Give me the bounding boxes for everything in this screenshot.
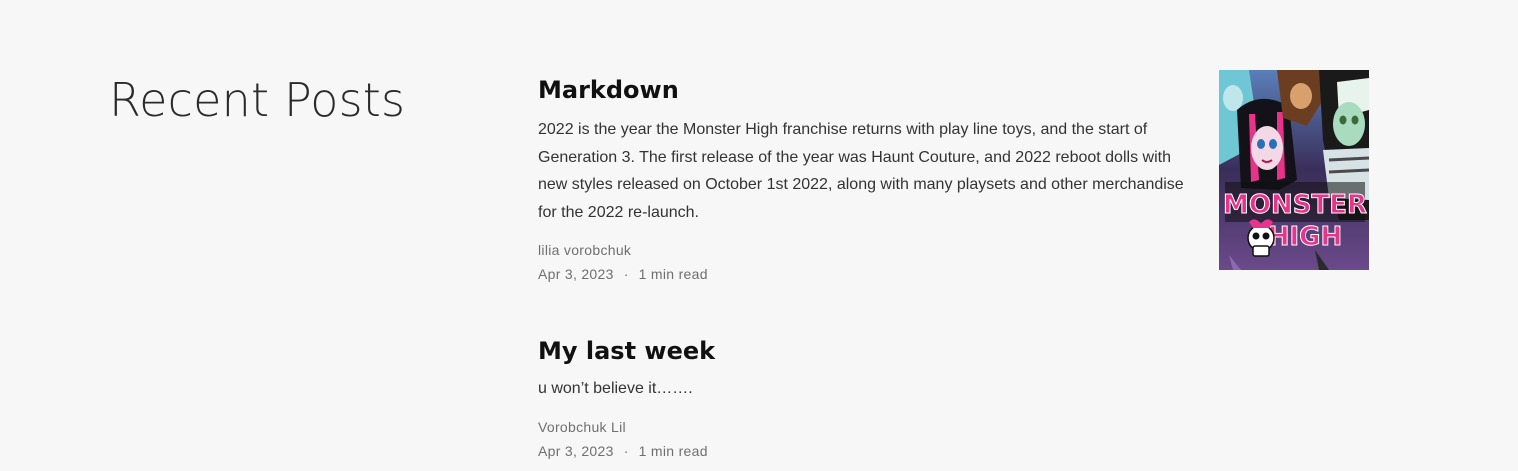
post-excerpt[interactable]: 2022 is the year the Monster High franch…	[538, 116, 1198, 226]
post-excerpt[interactable]: u won’t believe it…….	[538, 375, 1198, 403]
post-author[interactable]: Vorobchuk Lil	[538, 417, 1198, 437]
post-read-time: 1 min read	[638, 442, 708, 459]
post-title[interactable]: My last week	[538, 333, 1198, 369]
meta-separator: ·	[623, 266, 629, 282]
cover-logo-line2: HIGH	[1268, 222, 1343, 252]
post-date: Apr 3, 2023	[538, 442, 614, 459]
cover-illustration: MONSTER HIGH	[1219, 70, 1369, 270]
meta-separator: ·	[623, 442, 629, 459]
cover-logo-line1: MONSTER	[1223, 190, 1367, 220]
post-date: Apr 3, 2023	[538, 266, 614, 282]
post-read-time: 1 min read	[638, 266, 708, 282]
post-cover-image[interactable]: MONSTER HIGH	[1219, 70, 1369, 270]
post-card-my-last-week[interactable]: My last week u won’t believe it……. Vorob…	[538, 333, 1198, 463]
post-meta: Apr 3, 2023 · 1 min read	[538, 441, 1198, 461]
section-title: Recent Posts	[109, 73, 406, 127]
